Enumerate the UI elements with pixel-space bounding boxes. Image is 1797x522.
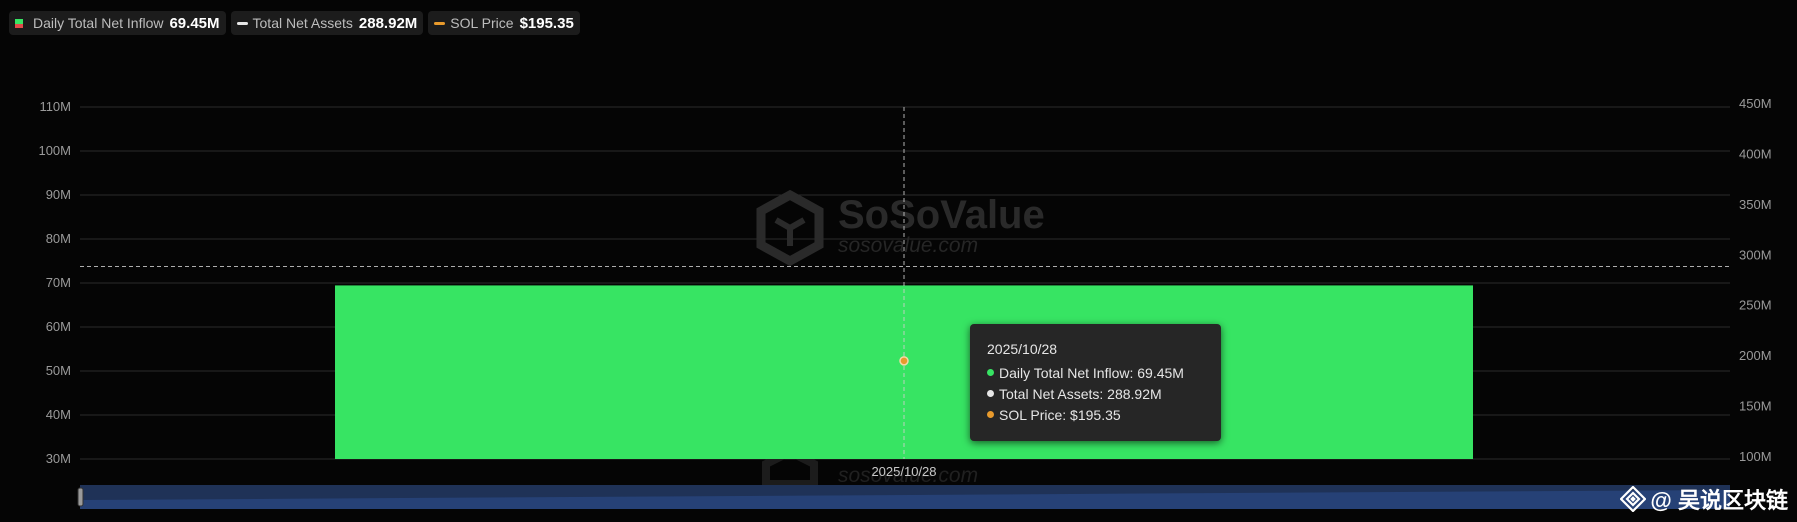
right-tick-label: 350M xyxy=(1739,197,1772,212)
tooltip-text-assets: Total Net Assets: 288.92M xyxy=(999,385,1162,402)
left-tick-label: 90M xyxy=(46,187,71,202)
tooltip: 2025/10/28 Daily Total Net Inflow: 69.45… xyxy=(970,324,1221,441)
range-slider[interactable] xyxy=(77,485,1730,509)
dot-icon xyxy=(987,390,994,397)
tooltip-row-price: SOL Price: $195.35 xyxy=(987,404,1221,425)
right-tick-label: 400M xyxy=(1739,146,1772,161)
left-tick-label: 70M xyxy=(46,275,71,290)
chart-page: Daily Total Net Inflow 69.45M Total Net … xyxy=(0,0,1797,522)
price-point xyxy=(899,356,909,366)
right-tick-label: 150M xyxy=(1739,399,1772,414)
watermark-logo-icon xyxy=(756,189,824,267)
left-tick-label: 40M xyxy=(46,407,71,422)
dot-icon xyxy=(987,411,994,418)
left-tick-label: 110M xyxy=(39,99,71,114)
chart-plot[interactable]: SoSoValue sosovalue.com sosovalue.com 11… xyxy=(0,0,1797,522)
slider-handle-left xyxy=(77,487,84,507)
left-tick-label: 30M xyxy=(46,451,71,466)
right-tick-label: 100M xyxy=(1739,449,1772,464)
dot-icon xyxy=(987,369,994,376)
right-tick-label: 250M xyxy=(1739,298,1772,313)
tooltip-text-price: SOL Price: $195.35 xyxy=(999,406,1121,423)
left-tick-label: 80M xyxy=(46,231,71,246)
tooltip-text-inflow: Daily Total Net Inflow: 69.45M xyxy=(999,364,1184,381)
tooltip-row-assets: Total Net Assets: 288.92M xyxy=(987,383,1221,404)
watermark-brand: SoSoValue xyxy=(838,193,1045,237)
right-tick-label: 450M xyxy=(1739,96,1772,111)
left-tick-label: 100M xyxy=(38,143,71,158)
tooltip-row-inflow: Daily Total Net Inflow: 69.45M xyxy=(987,362,1221,383)
tooltip-date: 2025/10/28 xyxy=(987,341,1058,357)
x-tick-label: 2025/10/28 xyxy=(871,464,936,479)
credit-watermark: @ 吴说区块链 xyxy=(1620,483,1788,515)
left-tick-label: 60M xyxy=(46,319,71,334)
watermark-url: sosovalue.com xyxy=(838,234,978,257)
left-tick-label: 50M xyxy=(46,363,71,378)
right-tick-label: 200M xyxy=(1739,348,1772,363)
diamond-logo-icon xyxy=(1620,486,1647,512)
right-tick-label: 300M xyxy=(1739,247,1772,262)
credit-text: @ 吴说区块链 xyxy=(1650,488,1788,513)
